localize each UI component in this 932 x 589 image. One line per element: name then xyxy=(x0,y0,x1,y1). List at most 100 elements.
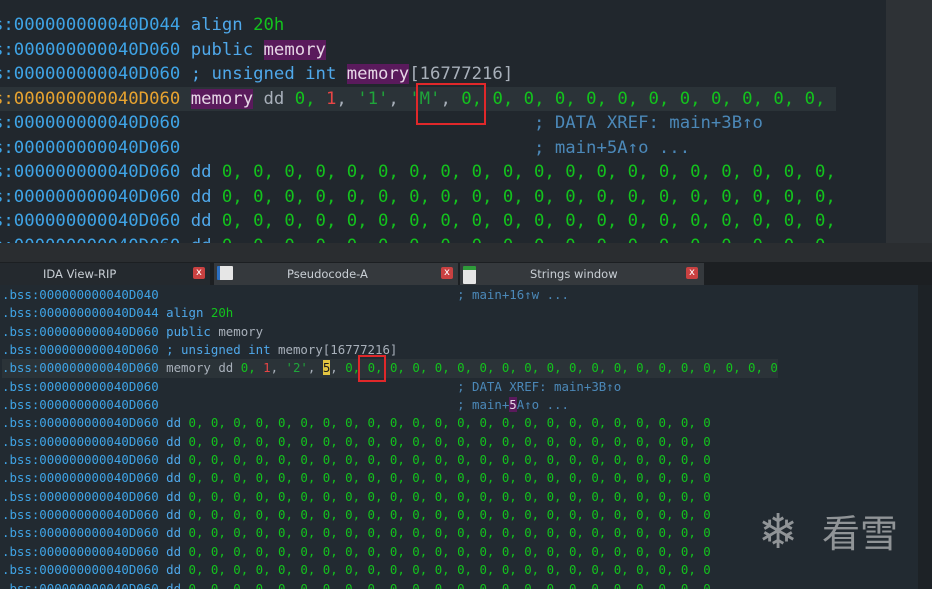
disassembly-line[interactable]: .bss:000000000040D060 dd 0, 0, 0, 0, 0, … xyxy=(2,506,778,524)
disassembly-line[interactable]: .bss:000000000040D060 ; DATA XREF: main+… xyxy=(2,378,778,396)
line-address: s:000000000040D060 xyxy=(0,137,181,158)
line-token: dd xyxy=(166,433,189,449)
line-token: , xyxy=(330,360,346,376)
annotation-box-top xyxy=(416,83,486,125)
tab-ida-view[interactable]: IDA View-RIP x xyxy=(0,263,210,285)
watermark-text: 看雪 xyxy=(822,512,899,556)
disassembly-line[interactable]: .bss:000000000040D060 dd 0, 0, 0, 0, 0, … xyxy=(2,469,778,487)
line-address: s:000000000040D060 xyxy=(0,186,181,207)
line-token: A↑o ... xyxy=(516,397,569,413)
close-icon[interactable]: x xyxy=(441,267,453,279)
line-address: .bss:000000000040D060 xyxy=(2,507,159,523)
disassembly-line[interactable]: .bss:000000000040D060 dd 0, 0, 0, 0, 0, … xyxy=(2,524,778,542)
annotation-box-bottom xyxy=(358,355,386,382)
line-token: 0, 0, 0, 0, 0, 0, 0, 0, 0, 0, 0, 0, 0, 0… xyxy=(222,236,836,244)
disassembly-line[interactable]: s:000000000040D060 dd 0, 0, 0, 0, 0, 0, … xyxy=(0,234,836,244)
line-address: s:000000000040D060 xyxy=(0,211,181,231)
line-token: '1' xyxy=(357,88,389,109)
disassembly-lines: .bss:000000000040D040 ; main+16↑w ... .bs… xyxy=(2,286,778,589)
line-token: 0, 0, 0, 0, 0, 0, 0, 0, 0, 0, 0, 0, 0, 0… xyxy=(221,162,836,182)
disassembly-line[interactable]: .bss:000000000040D060 public memory xyxy=(2,323,778,341)
disassembly-line[interactable]: .bss:000000000040D060 dd 0, 0, 0, 0, 0, … xyxy=(2,433,778,451)
line-token: 1 xyxy=(263,360,271,376)
tab-strings-window[interactable]: Strings window x xyxy=(460,263,704,285)
line-token: 0, xyxy=(294,88,326,109)
line-token: 0, 0, 0, 0, 0, 0, 0, 0, 0, 0, 0, 0, 0, 0… xyxy=(188,507,711,523)
line-token: 0, 0, 0, 0, 0, 0, 0, 0, 0, 0, 0, 0, 0, 0… xyxy=(188,470,711,486)
line-address: .bss:000000000040D060 xyxy=(2,452,159,468)
disassembly-line[interactable]: s:000000000040D060 dd 0, 0, 0, 0, 0, 0, … xyxy=(0,160,836,185)
line-token: 0, 0, 0, 0, 0, 0, 0, 0, 0, 0, 0, 0, 0, 0… xyxy=(188,452,711,468)
line-address: .bss:000000000040D060 xyxy=(2,360,159,376)
line-address: .bss:000000000040D060 xyxy=(2,415,159,431)
line-token: ; DATA XREF: main+3B↑o xyxy=(534,113,763,133)
line-token: 0, 0, 0, 0, 0, 0, 0, 0, 0, 0, 0, 0, 0, 0… xyxy=(188,543,711,559)
line-address: s:000000000040D060 xyxy=(0,39,181,60)
vertical-scrollbar[interactable] xyxy=(918,285,932,589)
line-token: dd xyxy=(253,88,295,109)
disassembly-line[interactable]: .bss:000000000040D060 dd 0, 0, 0, 0, 0, … xyxy=(2,451,778,469)
line-token: 0, 0, 0, 0, 0, 0, 0, 0, 0, 0, 0, 0, 0, 0… xyxy=(188,488,711,504)
line-token: ; unsigned int xyxy=(166,342,279,358)
line-address: .bss:000000000040D060 xyxy=(2,562,159,578)
line-token: dd xyxy=(191,236,222,244)
line-token: , xyxy=(270,360,286,376)
disassembly-line[interactable]: .bss:000000000040D060 dd 0, 0, 0, 0, 0, … xyxy=(2,414,778,432)
disassembly-line[interactable]: s:000000000040D060 dd 0, 0, 0, 0, 0, 0, … xyxy=(0,185,836,210)
disassembly-line[interactable]: .bss:000000000040D040 ; main+16↑w ... xyxy=(2,286,778,304)
line-token: 0, 0, 0, 0, 0, 0, 0, 0, 0, 0, 0, 0, 0, 0… xyxy=(221,186,836,207)
disassembly-line[interactable]: s:000000000040D060 dd 0, 0, 0, 0, 0, 0, … xyxy=(0,209,836,234)
line-token: memory xyxy=(346,64,410,84)
line-address: .bss:000000000040D060 xyxy=(2,378,159,394)
line-token: dd xyxy=(166,525,189,541)
tab-pseudocode[interactable]: Pseudocode-A x xyxy=(214,263,458,285)
line-address: s:000000000040D060 xyxy=(0,64,181,84)
line-token: dd xyxy=(190,162,222,182)
line-address: .bss:000000000040D040 xyxy=(2,287,159,302)
strings-icon xyxy=(463,266,476,284)
disassembly-line[interactable]: .bss:000000000040D060 ; main+5A↑o ... xyxy=(2,396,778,414)
line-token: 0, 0, 0, 0, 0, 0, 0, 0, 0, 0, 0, 0, 0, 0… xyxy=(188,433,711,449)
zoomed-view-scrollbar[interactable] xyxy=(886,0,932,243)
line-token: 0, 0, 0, 0, 0, 0, 0, 0, 0, 0, 0, 0, 0, 0… xyxy=(188,580,711,589)
disassembly-line[interactable]: .bss:000000000040D060 dd 0, 0, 0, 0, 0, … xyxy=(2,543,778,561)
line-token: dd xyxy=(166,543,189,559)
tab-strings-label: Strings window xyxy=(530,267,618,281)
line-token: align xyxy=(190,15,254,35)
line-address: s:000000000040D044 xyxy=(0,15,181,35)
line-token: dd xyxy=(190,186,222,207)
line-token: dd xyxy=(166,415,189,431)
close-icon[interactable]: x xyxy=(686,267,698,279)
line-address: .bss:000000000040D060 xyxy=(2,580,159,589)
line-token: '2' xyxy=(285,360,308,376)
line-token: dd xyxy=(166,470,189,486)
line-token: 20h xyxy=(253,15,285,35)
disassembly-line[interactable]: s:000000000040D044 align 20h xyxy=(0,13,836,38)
line-address: .bss:000000000040D060 xyxy=(2,488,159,504)
line-address: .bss:000000000040D060 xyxy=(2,525,159,541)
watermark-logo: ❄ 看雪 xyxy=(758,502,918,562)
disassembly-line[interactable]: .bss:000000000040D060 ; unsigned int mem… xyxy=(2,341,778,359)
line-token: ; main+5A↑o ... xyxy=(534,137,691,158)
line-address: .bss:000000000040D044 xyxy=(2,305,159,321)
line-token: dd xyxy=(166,562,189,578)
line-address: .bss:000000000040D060 xyxy=(2,470,159,486)
disassembly-line[interactable]: .bss:000000000040D044 align 20h xyxy=(2,304,778,322)
line-token: ; main+ xyxy=(457,397,510,413)
line-address: s:000000000040D060 xyxy=(0,113,181,133)
line-token: 0, 0, 0, 0, 0, 0, 0, 0, 0, 0, 0, 0, 0, 0… xyxy=(188,415,711,431)
line-token: 0, 0, 0, 0, 0, 0, 0, 0, 0, 0, 0, 0, 0, 0… xyxy=(221,211,836,231)
line-address: .bss:000000000040D060 xyxy=(2,397,159,413)
disassembly-line[interactable]: s:000000000040D060 public memory xyxy=(0,38,836,63)
disassembly-line[interactable]: s:000000000040D060 ; main+5A↑o ... xyxy=(0,136,836,161)
line-token: dd xyxy=(190,211,222,231)
line-address: s:000000000040D060 xyxy=(0,236,180,244)
line-address: .bss:000000000040D060 xyxy=(2,433,159,449)
close-icon[interactable]: x xyxy=(193,267,205,279)
disassembly-line[interactable]: .bss:000000000040D060 dd 0, 0, 0, 0, 0, … xyxy=(2,580,778,589)
line-address: .bss:000000000040D060 xyxy=(2,323,159,339)
line-token: ; unsigned int xyxy=(190,64,347,84)
disassembly-line[interactable]: .bss:000000000040D060 dd 0, 0, 0, 0, 0, … xyxy=(2,488,778,506)
disassembly-line[interactable]: .bss:000000000040D060 memory dd 0, 1, '2… xyxy=(2,359,778,378)
disassembly-line[interactable]: .bss:000000000040D060 dd 0, 0, 0, 0, 0, … xyxy=(2,561,778,579)
